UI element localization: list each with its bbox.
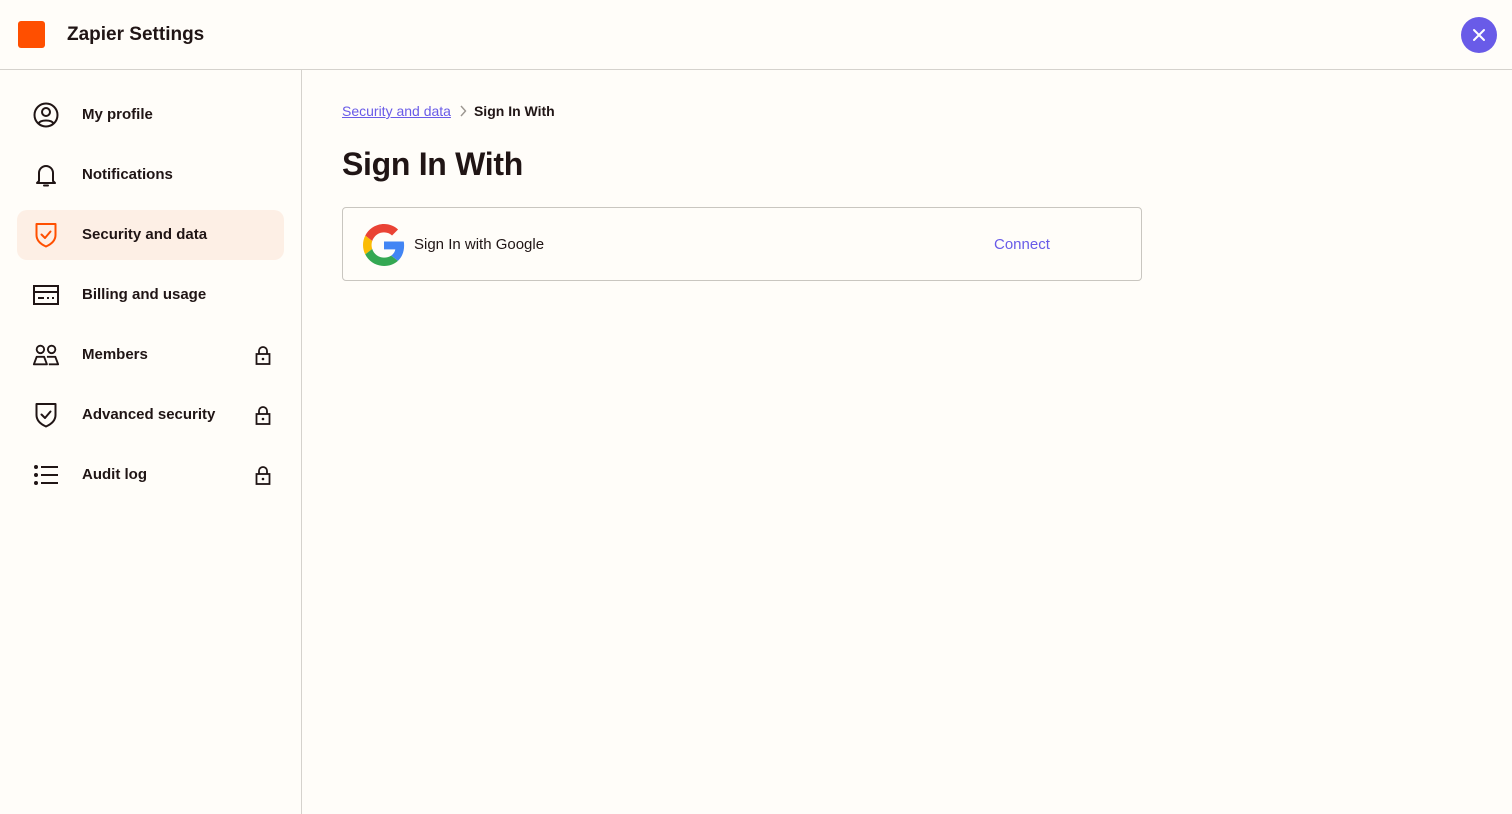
sidebar-item-my-profile[interactable]: My profile — [17, 90, 284, 140]
lock-icon — [254, 465, 272, 485]
sidebar-item-label: Advanced security — [82, 406, 216, 423]
top-bar: Zapier Settings — [0, 0, 1512, 70]
breadcrumb: Security and data Sign In With — [342, 102, 555, 120]
breadcrumb-parent-link[interactable]: Security and data — [342, 102, 451, 120]
breadcrumb-current: Sign In With — [473, 103, 555, 119]
lock-icon — [254, 345, 272, 365]
google-icon — [363, 224, 405, 266]
chevron-right-icon — [459, 105, 467, 117]
sidebar: My profile Notifications Security and da… — [0, 70, 302, 814]
sidebar-item-label: Audit log — [82, 466, 147, 483]
sidebar-item-advanced-security[interactable]: Advanced security — [17, 390, 284, 440]
lock-icon — [254, 405, 272, 425]
sidebar-item-security-and-data[interactable]: Security and data — [17, 210, 284, 260]
credit-card-icon — [32, 281, 60, 309]
close-button[interactable] — [1461, 17, 1497, 53]
page-title: Sign In With — [342, 146, 523, 182]
sidebar-item-label: Billing and usage — [82, 286, 207, 303]
sidebar-item-notifications[interactable]: Notifications — [17, 150, 284, 200]
provider-name: Sign In with Google — [414, 236, 545, 253]
bell-icon — [32, 161, 60, 189]
connect-button[interactable]: Connect — [994, 235, 1050, 255]
users-icon — [32, 341, 60, 369]
provider-card-google: Sign In with Google Connect — [342, 207, 1142, 281]
sidebar-item-audit-log[interactable]: Audit log — [17, 450, 284, 500]
zapier-logo — [18, 21, 45, 48]
main-content: Security and data Sign In With Sign In W… — [302, 70, 1512, 814]
shield-check-icon — [32, 221, 60, 249]
shield-check-icon — [32, 401, 60, 429]
sidebar-item-members[interactable]: Members — [17, 330, 284, 380]
sidebar-item-label: Security and data — [82, 226, 208, 243]
sidebar-item-label: Members — [82, 346, 148, 363]
sidebar-item-label: My profile — [82, 106, 153, 123]
sidebar-item-billing-and-usage[interactable]: Billing and usage — [17, 270, 284, 320]
sidebar-item-label: Notifications — [82, 166, 173, 183]
list-icon — [32, 461, 60, 489]
close-icon — [1473, 29, 1485, 41]
app-title: Zapier Settings — [67, 24, 205, 45]
user-circle-icon — [32, 101, 60, 129]
